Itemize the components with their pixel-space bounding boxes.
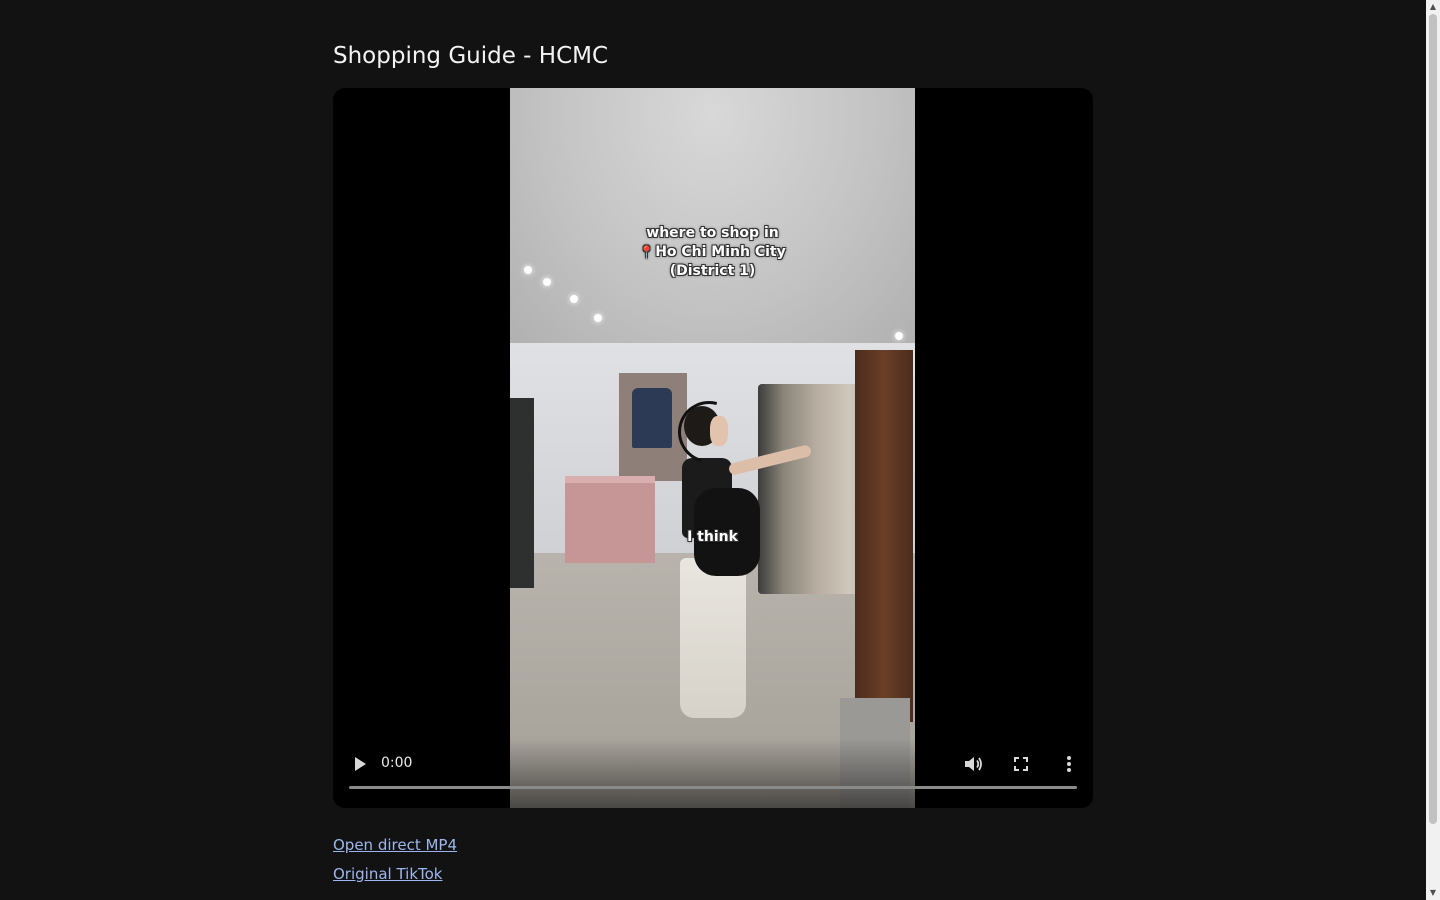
scrollbar-thumb[interactable] (1429, 14, 1437, 824)
fullscreen-icon (1014, 757, 1028, 771)
volume-button[interactable] (962, 753, 984, 775)
open-direct-mp4-link[interactable]: Open direct MP4 (333, 834, 457, 856)
scene-ceiling (510, 88, 915, 348)
location-pin-icon: 📍 (639, 245, 655, 259)
scene-spotlight (895, 332, 903, 340)
page-title: Shopping Guide - HCMC (333, 43, 609, 69)
scene-plinth (565, 483, 655, 563)
caption-line: Ho Chi Minh City (655, 244, 786, 260)
scene-spotlight (570, 295, 578, 303)
more-options-button[interactable] (1058, 753, 1080, 775)
video-frame[interactable]: where to shop in 📍Ho Chi Minh City (Dist… (510, 88, 915, 808)
scene-person-legs (680, 558, 746, 718)
time-display: 0:00 (381, 755, 413, 771)
video-player[interactable]: where to shop in 📍Ho Chi Minh City (Dist… (333, 88, 1093, 808)
video-controls: 0:00 (333, 738, 1093, 808)
caption-line: (District 1) (669, 263, 756, 279)
scene-spotlight (594, 314, 602, 322)
scene-left-rack (510, 398, 534, 588)
play-icon (355, 757, 366, 771)
scene-coat (632, 388, 672, 448)
caption-line-with-pin: 📍Ho Chi Minh City (510, 243, 915, 262)
scroll-down-arrow-icon[interactable]: ▼ (1426, 886, 1440, 900)
scroll-up-arrow-icon[interactable]: ▲ (1426, 0, 1440, 14)
page-scrollbar[interactable]: ▲ ▼ (1426, 0, 1440, 900)
video-caption-top: where to shop in 📍Ho Chi Minh City (Dist… (510, 224, 915, 281)
more-vert-icon (1067, 756, 1071, 772)
video-caption-subtitle: I think (687, 529, 738, 545)
fullscreen-button[interactable] (1010, 753, 1032, 775)
progress-bar[interactable] (349, 786, 1077, 789)
play-button[interactable] (349, 754, 369, 774)
original-tiktok-link[interactable]: Original TikTok (333, 863, 457, 885)
page: Shopping Guide - HCMC where to shop in 📍… (0, 0, 1440, 900)
volume-icon (965, 757, 982, 771)
links-list: Open direct MP4 Original TikTok (333, 834, 457, 892)
caption-line: where to shop in (646, 225, 779, 241)
